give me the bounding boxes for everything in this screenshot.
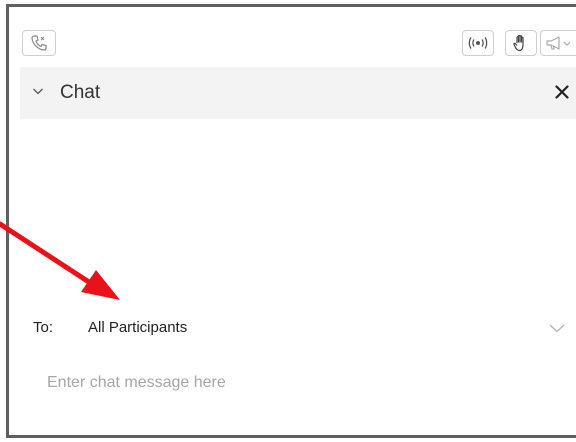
- recipient-value: All Participants: [88, 319, 188, 336]
- panel-border-bottom: [6, 435, 576, 438]
- phone-button[interactable]: [22, 30, 56, 56]
- close-button[interactable]: [550, 80, 574, 104]
- phone-icon: [31, 35, 47, 51]
- raise-hand-button[interactable]: [505, 30, 537, 56]
- chat-message-input[interactable]: [40, 364, 570, 402]
- close-icon: [555, 85, 569, 99]
- megaphone-button[interactable]: [540, 30, 576, 56]
- chat-panel: Chat To: All Participants: [0, 0, 576, 442]
- chat-title: Chat: [60, 82, 101, 103]
- chat-messages-area: [20, 119, 576, 299]
- chat-header[interactable]: Chat: [20, 67, 576, 119]
- to-label: To:: [33, 319, 54, 336]
- recipient-dropdown[interactable]: All Participants: [86, 312, 576, 344]
- broadcast-button[interactable]: [462, 30, 494, 56]
- chevron-down-icon[interactable]: [32, 86, 44, 96]
- panel-border-left: [6, 4, 9, 438]
- raise-hand-icon: [513, 34, 524, 52]
- chevron-down-icon: [549, 324, 565, 333]
- megaphone-icon: [546, 36, 571, 50]
- broadcast-icon: [468, 37, 488, 49]
- panel-border-top: [6, 4, 576, 7]
